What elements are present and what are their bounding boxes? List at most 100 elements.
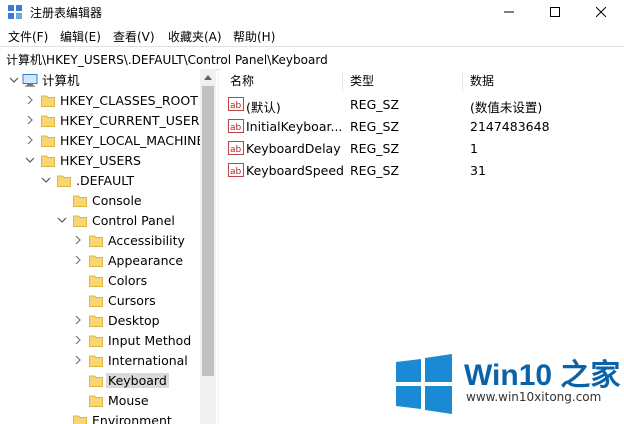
tree-item-desktop[interactable]: Desktop xyxy=(0,311,200,331)
chevron-right-icon[interactable] xyxy=(73,255,83,265)
menu-edit[interactable]: 编辑(E) xyxy=(58,28,103,45)
tree-item-label: HKEY_CLASSES_ROOT xyxy=(60,93,198,108)
tree-item-label: HKEY_LOCAL_MACHINE xyxy=(60,133,205,148)
minimize-icon xyxy=(504,11,514,13)
string-value-icon: ab xyxy=(228,119,244,133)
windows-logo-icon xyxy=(396,354,452,414)
chevron-right-icon[interactable] xyxy=(73,335,83,345)
tree-item-appearance[interactable]: Appearance xyxy=(0,251,200,271)
folder-icon xyxy=(57,175,71,187)
scroll-thumb[interactable] xyxy=(202,86,214,376)
menu-bar: 文件(F) 编辑(E) 查看(V) 收藏夹(A) 帮助(H) xyxy=(0,24,624,46)
value-data: 31 xyxy=(470,163,486,178)
value-row[interactable]: ab KeyboardSpeed REG_SZ 31 xyxy=(220,160,624,180)
chevron-right-icon[interactable] xyxy=(73,355,83,365)
folder-icon xyxy=(73,195,87,207)
tree-item-mouse[interactable]: Mouse xyxy=(0,391,200,411)
chevron-down-icon[interactable] xyxy=(25,155,35,165)
tree-item-label: International xyxy=(108,353,188,368)
pane-splitter[interactable] xyxy=(218,69,219,424)
svg-text:ab: ab xyxy=(230,101,242,111)
value-row[interactable]: ab (默认) REG_SZ (数值未设置) xyxy=(220,94,624,115)
value-row[interactable]: ab InitialKeyboar... REG_SZ 2147483648 xyxy=(220,116,624,136)
value-type: REG_SZ xyxy=(350,119,400,134)
tree-item-label: 计算机 xyxy=(42,73,80,88)
value-type: REG_SZ xyxy=(350,97,400,112)
tree-item-accessibility[interactable]: Accessibility xyxy=(0,231,200,251)
tree-item-environment[interactable]: Environment xyxy=(0,411,200,424)
tree-item-label: .DEFAULT xyxy=(76,173,135,188)
tree-item-international[interactable]: International xyxy=(0,351,200,371)
tree-item-default[interactable]: .DEFAULT xyxy=(0,171,200,191)
tree-item-input-method[interactable]: Input Method xyxy=(0,331,200,351)
chevron-right-icon[interactable] xyxy=(73,315,83,325)
value-type: REG_SZ xyxy=(350,141,400,156)
tree-item-console[interactable]: Console xyxy=(0,191,200,211)
tree-item-cursors[interactable]: Cursors xyxy=(0,291,200,311)
minimize-button[interactable] xyxy=(486,0,532,24)
folder-icon xyxy=(89,395,103,407)
folder-icon xyxy=(73,215,87,227)
watermark-brand: Win10 之家 xyxy=(464,359,621,392)
value-data: 2147483648 xyxy=(470,119,550,134)
tree-item-keyboard[interactable]: Keyboard xyxy=(0,371,200,391)
chevron-right-icon[interactable] xyxy=(25,95,35,105)
folder-icon xyxy=(89,355,103,367)
key-tree: 计算机 HKEY_CLASSES_ROOT HKEY_CURRENT_USER … xyxy=(0,69,216,424)
tree-item-control-panel[interactable]: Control Panel xyxy=(0,211,200,231)
tree-item-label: Console xyxy=(92,193,142,208)
folder-icon xyxy=(89,295,103,307)
tree-item-hkey-classes-root[interactable]: HKEY_CLASSES_ROOT xyxy=(0,91,200,111)
folder-icon xyxy=(89,255,103,267)
value-name: InitialKeyboar... xyxy=(246,119,343,134)
value-row[interactable]: ab KeyboardDelay REG_SZ 1 xyxy=(220,138,624,158)
svg-text:ab: ab xyxy=(230,167,242,177)
maximize-button[interactable] xyxy=(532,0,578,24)
tree-scrollbar[interactable] xyxy=(200,69,216,424)
tree-item-label: Accessibility xyxy=(108,233,185,248)
menu-help[interactable]: 帮助(H) xyxy=(231,28,277,45)
folder-icon xyxy=(89,235,103,247)
computer-icon xyxy=(22,74,38,87)
scroll-up-button[interactable] xyxy=(200,69,216,85)
value-name: KeyboardDelay xyxy=(246,141,341,156)
chevron-down-icon[interactable] xyxy=(41,175,51,185)
column-header-name[interactable]: 名称 xyxy=(230,69,254,93)
column-divider[interactable] xyxy=(342,71,343,91)
close-button[interactable] xyxy=(578,0,624,24)
chevron-down-icon[interactable] xyxy=(9,75,19,85)
menu-view[interactable]: 查看(V) xyxy=(111,28,157,45)
chevron-right-icon[interactable] xyxy=(73,235,83,245)
tree-item-label: Cursors xyxy=(108,293,156,308)
address-path[interactable]: 计算机\HKEY_USERS\.DEFAULT\Control Panel\Ke… xyxy=(6,51,328,68)
tree-item-label: Appearance xyxy=(108,253,184,268)
close-icon xyxy=(596,7,606,17)
menu-file[interactable]: 文件(F) xyxy=(6,28,50,45)
menu-favorites[interactable]: 收藏夹(A) xyxy=(166,28,224,45)
column-divider[interactable] xyxy=(462,71,463,91)
value-data: 1 xyxy=(470,141,478,156)
string-value-icon: ab xyxy=(228,163,244,177)
folder-icon xyxy=(41,135,55,147)
folder-icon xyxy=(41,115,55,127)
watermark-url: www.win10xitong.com xyxy=(466,390,602,404)
tree-item-hkey-current-user[interactable]: HKEY_CURRENT_USER xyxy=(0,111,200,131)
string-value-icon: ab xyxy=(228,97,244,111)
tree-item-label: HKEY_CURRENT_USER xyxy=(60,113,200,128)
folder-icon xyxy=(41,155,55,167)
chevron-down-icon[interactable] xyxy=(57,215,67,225)
tree-item-computer[interactable]: 计算机 xyxy=(0,71,200,91)
string-value-icon: ab xyxy=(228,141,244,155)
column-header-type[interactable]: 类型 xyxy=(350,69,374,93)
address-bar[interactable]: 计算机\HKEY_USERS\.DEFAULT\Control Panel\Ke… xyxy=(0,46,624,70)
column-header-data[interactable]: 数据 xyxy=(470,69,494,93)
window-title: 注册表编辑器 xyxy=(30,6,103,20)
tree-item-colors[interactable]: Colors xyxy=(0,271,200,291)
chevron-right-icon[interactable] xyxy=(25,115,35,125)
tree-item-label-selected: Keyboard xyxy=(106,373,169,388)
tree-item-label: Mouse xyxy=(108,393,149,408)
chevron-right-icon[interactable] xyxy=(25,135,35,145)
tree-item-hkey-local-machine[interactable]: HKEY_LOCAL_MACHINE xyxy=(0,131,204,151)
folder-icon xyxy=(89,335,103,347)
tree-item-hkey-users[interactable]: HKEY_USERS xyxy=(0,151,200,171)
